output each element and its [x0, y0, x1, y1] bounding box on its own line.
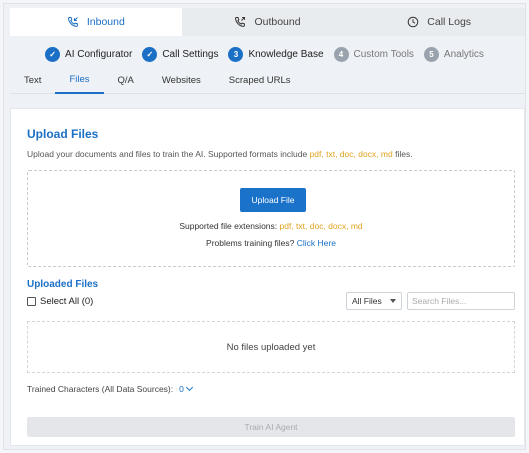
description-text: Upload your documents and files to train… — [27, 149, 310, 159]
phone-incoming-icon — [67, 17, 78, 27]
description-suffix: files. — [392, 149, 413, 159]
click-here-link[interactable]: Click Here — [297, 238, 336, 248]
ext-prefix: Supported file extensions: — [179, 221, 280, 231]
app-frame: Inbound Outbound Call Logs ✓ AI Configur… — [3, 3, 526, 450]
trained-label: Trained Characters (All Data Sources): — [27, 384, 174, 394]
step-number: 4 — [333, 46, 349, 62]
step-analytics[interactable]: 5 Analytics — [423, 46, 484, 62]
ext-list: pdf, txt, doc, docx, md — [279, 221, 363, 231]
tab-call-logs-label: Call Logs — [427, 16, 472, 28]
train-ai-agent-button[interactable]: Train AI Agent — [27, 417, 515, 437]
check-icon: ✓ — [45, 46, 61, 62]
help-line: Problems training files? Click Here — [28, 238, 514, 248]
tab-scraped-urls[interactable]: Scraped URLs — [215, 68, 305, 94]
step-number: 3 — [228, 46, 244, 62]
content-tabs: Text Files Q/A Websites Scraped URLs — [10, 68, 525, 94]
step-label: Custom Tools — [353, 48, 414, 60]
tab-qa[interactable]: Q/A — [104, 68, 148, 94]
step-label: Call Settings — [162, 48, 219, 60]
select-all-label: Select All (0) — [40, 296, 94, 307]
tab-call-logs[interactable]: Call Logs — [353, 8, 525, 36]
step-knowledge-base[interactable]: 3 Knowledge Base — [228, 46, 324, 62]
step-label: AI Configurator — [65, 48, 133, 60]
step-label: Knowledge Base — [248, 48, 324, 60]
step-ai-configurator[interactable]: ✓ AI Configurator — [45, 46, 133, 62]
upload-description: Upload your documents and files to train… — [27, 149, 413, 159]
step-custom-tools[interactable]: 4 Custom Tools — [333, 46, 414, 62]
filter-value: All Files — [352, 296, 382, 306]
help-prefix: Problems training files? — [206, 238, 297, 248]
tab-inbound[interactable]: Inbound — [10, 8, 182, 36]
tab-websites[interactable]: Websites — [148, 68, 215, 94]
trained-value-toggle[interactable]: 0 — [179, 383, 193, 394]
file-dropzone[interactable]: Upload File Supported file extensions: p… — [27, 170, 515, 267]
tab-outbound[interactable]: Outbound — [182, 8, 354, 36]
page-title: Upload Files — [27, 127, 99, 141]
upload-card: Upload Files Upload your documents and f… — [10, 108, 525, 446]
step-number: 5 — [423, 46, 439, 62]
tab-files[interactable]: Files — [55, 68, 104, 94]
select-all-checkbox[interactable]: Select All (0) — [27, 296, 93, 307]
file-filter-select[interactable]: All Files — [346, 292, 402, 310]
step-call-settings[interactable]: ✓ Call Settings — [142, 46, 219, 62]
caret-down-icon — [390, 299, 396, 303]
trained-characters: Trained Characters (All Data Sources): 0 — [27, 383, 193, 394]
empty-state: No files uploaded yet — [27, 321, 515, 373]
step-label: Analytics — [443, 48, 484, 60]
supported-extensions: Supported file extensions: pdf, txt, doc… — [28, 221, 514, 231]
checkbox[interactable] — [27, 297, 36, 306]
trained-value: 0 — [179, 384, 184, 394]
tab-text[interactable]: Text — [10, 68, 55, 94]
mode-tabs: Inbound Outbound Call Logs — [10, 8, 525, 36]
chevron-down-icon — [185, 383, 193, 392]
search-files-input[interactable] — [407, 292, 515, 310]
tab-outbound-label: Outbound — [254, 16, 301, 28]
stepper: ✓ AI Configurator ✓ Call Settings 3 Know… — [4, 42, 525, 66]
phone-outgoing-icon — [235, 17, 246, 27]
tab-inbound-label: Inbound — [86, 16, 125, 28]
check-icon: ✓ — [142, 46, 158, 62]
clock-icon — [407, 16, 419, 28]
description-formats: pdf, txt, doc, docx, md — [309, 149, 393, 159]
upload-file-button[interactable]: Upload File — [240, 188, 306, 212]
uploaded-files-heading: Uploaded Files — [27, 279, 99, 290]
